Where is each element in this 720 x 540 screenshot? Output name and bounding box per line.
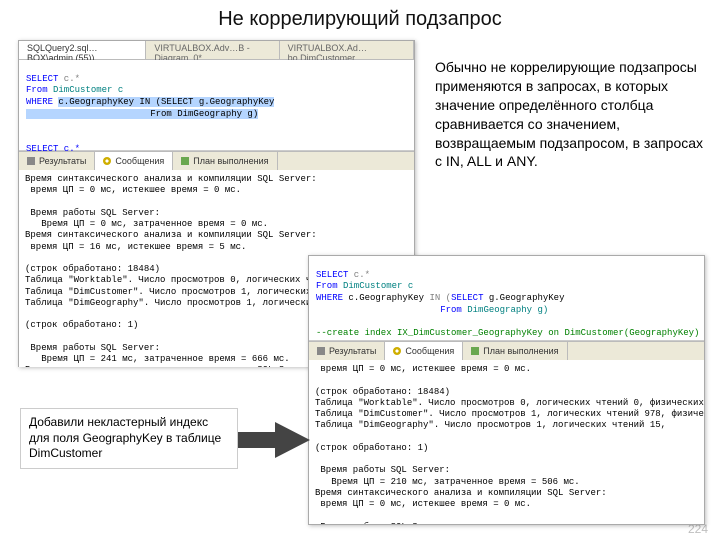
tab-messages[interactable]: Сообщения: [95, 152, 173, 170]
tab-results[interactable]: Результаты: [309, 342, 385, 360]
file-tab[interactable]: SQLQuery2.sql…BOX\admin (55)): [19, 41, 146, 59]
slide-title: Не коррелирующий подзапрос: [0, 8, 720, 31]
tab-results[interactable]: Результаты: [19, 152, 95, 170]
result-tab-strip: Результаты Сообщения План выполнения: [19, 151, 414, 170]
ssms-window-after: SELECT c.* From DimCustomer c WHERE c.Ge…: [308, 255, 705, 525]
file-tab[interactable]: VIRTUALBOX.Ad…bo.DimCustomer: [280, 41, 414, 59]
messages-pane[interactable]: время ЦП = 0 мс, истекшее время = 0 мс. …: [309, 360, 704, 524]
file-tab-strip: SQLQuery2.sql…BOX\admin (55)) VIRTUALBOX…: [19, 41, 414, 60]
plan-icon: [181, 157, 189, 165]
grid-icon: [317, 347, 325, 355]
description-left-index-note: Добавили некластерный индекс для поля Ge…: [20, 408, 238, 469]
result-tab-strip: Результаты Сообщения План выполнения: [309, 341, 704, 360]
tab-execution-plan[interactable]: План выполнения: [173, 152, 277, 170]
message-icon: [103, 157, 111, 165]
tab-messages[interactable]: Сообщения: [385, 342, 463, 360]
message-icon: [393, 347, 401, 355]
description-right: Обычно не коррелирующие подзапросы приме…: [435, 58, 705, 171]
sql-editor[interactable]: SELECT c.* From DimCustomer c WHERE c.Ge…: [19, 60, 414, 151]
plan-icon: [471, 347, 479, 355]
sql-editor[interactable]: SELECT c.* From DimCustomer c WHERE c.Ge…: [309, 256, 704, 341]
grid-icon: [27, 157, 35, 165]
file-tab[interactable]: VIRTUALBOX.Adv…B - Diagram_0*: [146, 41, 279, 59]
tab-execution-plan[interactable]: План выполнения: [463, 342, 567, 360]
